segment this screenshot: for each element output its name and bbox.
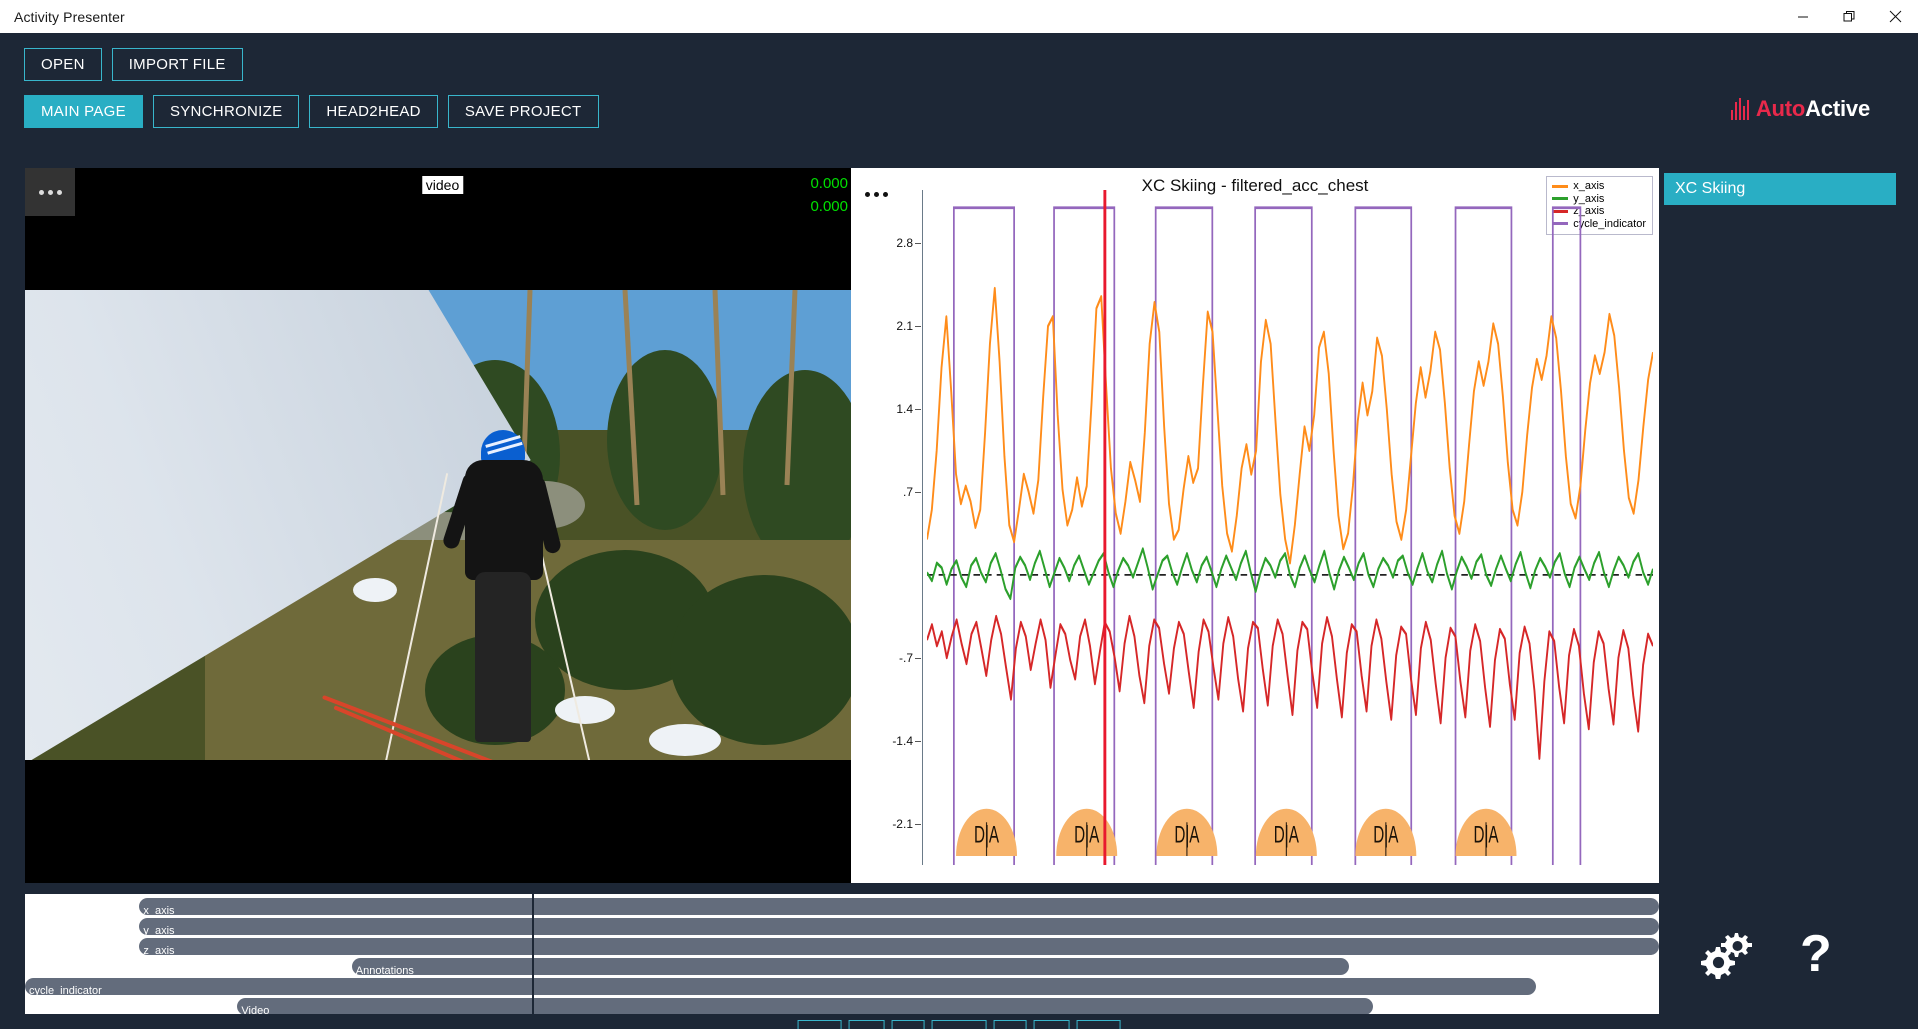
chart-y-axis: 2.8 2.1 1.4 .7 -.7 -1.4 -2.1 bbox=[867, 190, 923, 865]
svg-text:D|A: D|A bbox=[1274, 822, 1300, 848]
y-axis-tick bbox=[915, 409, 921, 411]
step-back-button[interactable]: < bbox=[891, 1020, 925, 1029]
open-button[interactable]: OPEN bbox=[24, 48, 102, 81]
y-axis-spine bbox=[922, 190, 923, 865]
timeline-track-bar[interactable]: y_axis bbox=[139, 918, 1659, 937]
window-title: Activity Presenter bbox=[14, 8, 125, 25]
video-panel: video 0.000 0.000 bbox=[25, 168, 860, 883]
y-axis-tick-label: 2.8 bbox=[896, 236, 913, 251]
minimize-icon[interactable] bbox=[1780, 0, 1826, 33]
chart-svg: D|A D|A D|A D|A D|A D|A bbox=[926, 190, 1654, 865]
chart-plot-area[interactable]: D|A D|A D|A D|A D|A D|A bbox=[926, 190, 1654, 865]
svg-text:D|A: D|A bbox=[974, 822, 1000, 848]
timeline-panel[interactable]: x_axis y_axis z_axis Annotations cycle_indic… bbox=[25, 894, 1659, 1017]
y-axis-tick-label: -1.4 bbox=[892, 733, 913, 748]
brand-name-part2: Active bbox=[1805, 96, 1870, 121]
video-value-top: 0.000 bbox=[810, 175, 848, 192]
brand-name-part1: Auto bbox=[1755, 96, 1806, 121]
fast-forward-button[interactable]: >> bbox=[1033, 1020, 1070, 1029]
video-value-bottom: 0.000 bbox=[810, 198, 848, 215]
y-axis-tick-label: 2.1 bbox=[896, 319, 913, 334]
import-file-button[interactable]: IMPORT FILE bbox=[111, 48, 243, 81]
app-root: OPEN IMPORT FILE MAIN PAGE SYNCHRONIZE H… bbox=[0, 33, 1918, 1029]
save-project-button[interactable]: SAVE PROJECT bbox=[447, 95, 599, 128]
timeline-track-label: y_axis bbox=[143, 925, 175, 937]
timeline-track-label: z_axis bbox=[143, 945, 175, 957]
window-controls bbox=[1780, 0, 1918, 33]
playback-bar: 00:13:18.674 <<<<<<PLAY>>>>>> 00:15:34.7… bbox=[0, 1014, 1918, 1029]
video-title-label: video bbox=[421, 176, 464, 194]
rewind-button[interactable]: << bbox=[848, 1020, 885, 1029]
tab-synchronize[interactable]: SYNCHRONIZE bbox=[152, 95, 300, 128]
page-toolbar: MAIN PAGE SYNCHRONIZE HEAD2HEAD SAVE PRO… bbox=[24, 95, 599, 128]
y-axis-tick-label: 1.4 bbox=[896, 402, 913, 417]
gears-icon[interactable] bbox=[1700, 929, 1758, 980]
footer-actions: ? bbox=[1700, 928, 1832, 980]
legend-swatch-x-axis bbox=[1552, 184, 1569, 188]
tab-main-page[interactable]: MAIN PAGE bbox=[24, 95, 143, 128]
sidebar-item-xc-skiing[interactable]: XC Skiing bbox=[1664, 173, 1896, 205]
more-options-icon[interactable] bbox=[25, 168, 75, 216]
y-axis-tick bbox=[915, 243, 921, 245]
video-frame[interactable] bbox=[25, 290, 860, 760]
play-button[interactable]: PLAY bbox=[931, 1020, 987, 1029]
timeline-track-label: cycle_indicator bbox=[29, 985, 102, 997]
waveform-icon bbox=[1730, 98, 1749, 120]
chart-panel: XC Skiing - filtered_acc_chest x_axis y_… bbox=[851, 168, 1659, 883]
y-axis-tick bbox=[915, 491, 921, 493]
timeline-track-bar[interactable]: x_axis bbox=[139, 898, 1659, 917]
y-axis-tick bbox=[915, 740, 921, 742]
timeline-track-label: x_axis bbox=[143, 905, 175, 917]
timeline-track-label: Annotations bbox=[355, 965, 414, 977]
y-axis-tick bbox=[915, 823, 921, 825]
timeline-track-bar[interactable]: Annotations bbox=[351, 958, 1349, 977]
close-icon[interactable] bbox=[1872, 0, 1918, 33]
y-axis-tick bbox=[915, 326, 921, 328]
question-mark-icon[interactable]: ? bbox=[1800, 928, 1832, 980]
window-title-bar: Activity Presenter bbox=[0, 0, 1918, 33]
timeline-track-bar[interactable]: cycle_indicator bbox=[25, 978, 1537, 997]
y-axis-tick-label: -2.1 bbox=[892, 816, 913, 831]
autoactive-logo: AutoActive bbox=[1730, 96, 1870, 122]
transport-controls: <<<<<<PLAY>>>>>> bbox=[797, 1020, 1121, 1029]
svg-text:D|A: D|A bbox=[1373, 822, 1399, 848]
timeline-track-bar[interactable]: z_axis bbox=[139, 938, 1659, 957]
timeline-playhead[interactable] bbox=[531, 894, 534, 1014]
skip-back-button[interactable]: <<< bbox=[797, 1020, 842, 1029]
timeline-track-bar[interactable]: Video bbox=[237, 998, 1374, 1017]
svg-text:D|A: D|A bbox=[1174, 822, 1200, 848]
step-forward-button[interactable]: > bbox=[993, 1020, 1027, 1029]
svg-text:D|A: D|A bbox=[1074, 822, 1100, 848]
y-axis-tick bbox=[915, 657, 921, 659]
tab-head2head[interactable]: HEAD2HEAD bbox=[309, 95, 438, 128]
file-toolbar: OPEN IMPORT FILE bbox=[24, 48, 243, 81]
y-axis-tick-label: -.7 bbox=[898, 650, 913, 665]
y-axis-tick-label: .7 bbox=[902, 484, 913, 499]
svg-text:D|A: D|A bbox=[1473, 822, 1499, 848]
session-sidebar: XC Skiing bbox=[1664, 173, 1896, 205]
skip-forward-button[interactable]: >>> bbox=[1076, 1020, 1121, 1029]
sidebar-item-label: XC Skiing bbox=[1675, 180, 1746, 197]
restore-icon[interactable] bbox=[1826, 0, 1872, 33]
skier bbox=[321, 430, 635, 760]
